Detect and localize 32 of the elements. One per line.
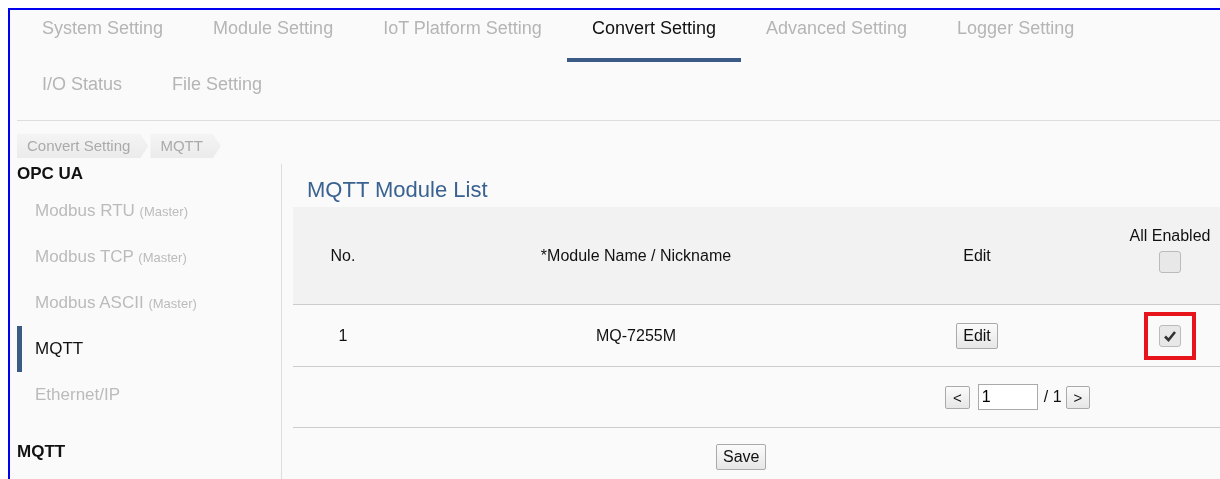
group-heading: OPC UA (17, 164, 85, 185)
sidebar-item[interactable]: Modbus TCP (Master) (17, 234, 281, 280)
nav-tab[interactable]: Logger Setting (932, 10, 1100, 62)
column-header: No. (330, 246, 356, 265)
nav-tab[interactable]: Advanced Setting (740, 10, 933, 62)
breadcrumb-item[interactable]: MQTT (150, 134, 221, 158)
sidebar-item[interactable]: MQTT (17, 326, 281, 372)
column-header: All Enabled (1129, 226, 1211, 245)
page-field[interactable]: 1 (977, 384, 1038, 410)
save-button[interactable]: Save (716, 444, 767, 470)
nav-tab[interactable]: Convert Setting (566, 10, 741, 62)
panel-title: MQTT Module List (306, 176, 489, 204)
table-cell: 1 (338, 326, 348, 345)
column-header: *Module Name / Nickname (540, 246, 732, 265)
checkbox[interactable] (1159, 324, 1181, 347)
table-cell: MQ-7255M (596, 326, 676, 345)
nav-tab[interactable]: System Setting (17, 10, 189, 62)
breadcrumb-item[interactable]: Convert Setting (17, 134, 149, 158)
nav-tab[interactable]: Module Setting (188, 10, 359, 62)
nav-tab[interactable]: I/O Status (17, 62, 148, 120)
next-page-button[interactable]: > (1065, 385, 1091, 409)
group-heading: MQTT (17, 442, 67, 463)
checkbox[interactable] (1159, 250, 1181, 273)
column-header: Edit (963, 246, 991, 265)
nav-tab[interactable]: File Setting (147, 62, 288, 120)
sidebar-item[interactable]: Modbus RTU (Master) (17, 188, 281, 234)
sidebar-item[interactable]: Modbus ASCII (Master) (17, 280, 281, 326)
previous-page-button[interactable]: < (945, 385, 970, 409)
edit-button[interactable]: Edit (956, 322, 998, 349)
page-total: / 1 (1043, 388, 1062, 406)
sidebar-item[interactable]: Ethernet/IP (17, 372, 281, 418)
nav-tab[interactable]: IoT Platform Setting (358, 10, 567, 62)
